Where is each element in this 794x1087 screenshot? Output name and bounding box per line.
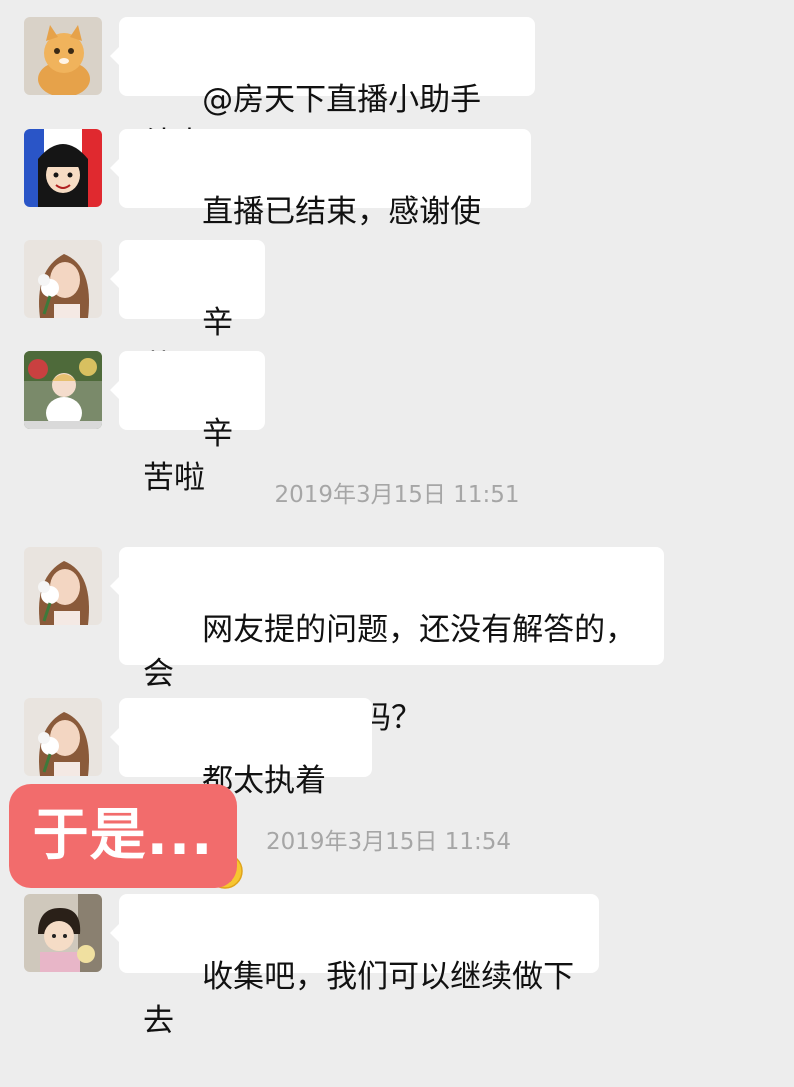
cat-avatar[interactable] (24, 17, 102, 95)
message-bubble[interactable]: @房天下直播小助手 结束 (110, 17, 535, 162)
message-bubble[interactable]: 网友提的问题，还没有解答的，会 有文字形式输出吗？ (110, 547, 664, 736)
child-avatar[interactable] (24, 894, 102, 972)
doll-avatar[interactable] (24, 351, 102, 429)
message-bubble[interactable]: 辛苦啦 (110, 351, 265, 496)
message-bubble[interactable]: 辛苦了 (110, 240, 265, 385)
woman-flower-avatar[interactable] (24, 698, 102, 776)
woman-flower-avatar[interactable] (24, 240, 102, 318)
overlay-banner: 于是... (9, 784, 237, 888)
chat-window: @房天下直播小助手 结束 直播已结束，感谢使用。 (0, 0, 794, 1039)
timestamp: 2019年3月15日 11:51 (274, 482, 520, 508)
message-bubble[interactable]: 直播已结束，感谢使用。 (110, 129, 531, 274)
woman-flower-avatar[interactable] (24, 547, 102, 625)
timestamp: 2019年3月15日 11:54 (266, 829, 512, 855)
message-bubble[interactable]: 都太执着了 (110, 698, 372, 889)
message-text: 收集吧，我们可以继续做下去 (143, 959, 575, 1039)
message-bubble[interactable]: 收集吧，我们可以继续做下去 (110, 894, 599, 1039)
cartoon-girl-avatar[interactable] (24, 129, 102, 207)
